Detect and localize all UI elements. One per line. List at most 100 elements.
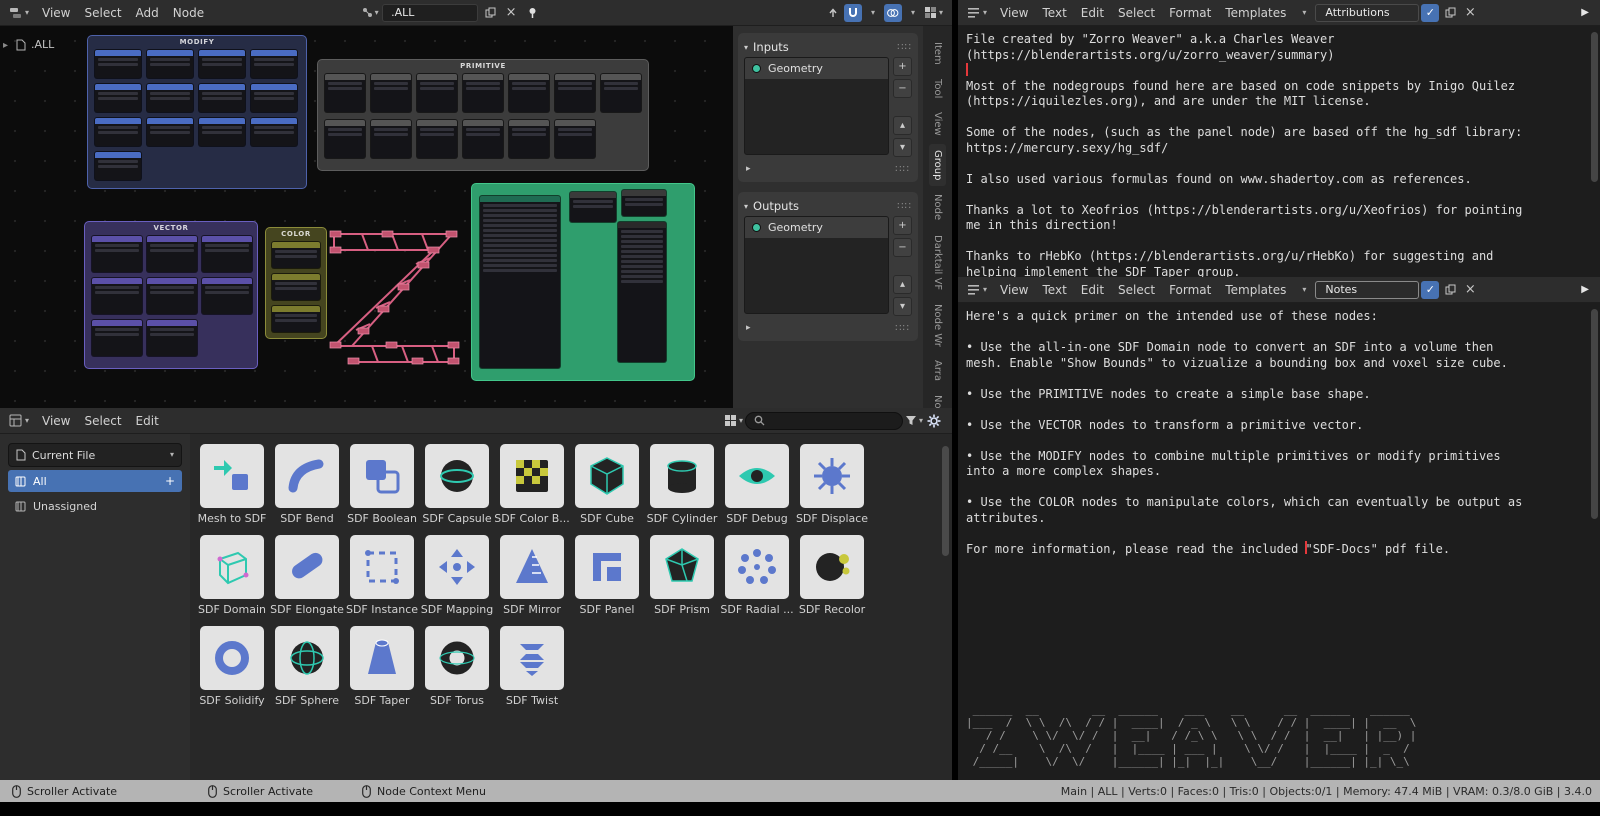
- menu-text2-templates[interactable]: Templates: [1218, 280, 1293, 300]
- node[interactable]: [555, 120, 595, 158]
- node[interactable]: [202, 236, 252, 272]
- menu-text1-select[interactable]: Select: [1111, 3, 1162, 23]
- node[interactable]: [371, 120, 411, 158]
- text-content[interactable]: File created by "Zorro Weaver" a.k.a Cha…: [966, 32, 1522, 277]
- node[interactable]: [92, 320, 142, 356]
- editor-type-button[interactable]: ▾: [5, 412, 33, 429]
- node[interactable]: [95, 50, 141, 78]
- filter-button[interactable]: ▾: [905, 412, 923, 430]
- node[interactable]: [325, 74, 365, 112]
- scrollbar[interactable]: [1591, 309, 1598, 519]
- settings-button[interactable]: [925, 412, 943, 430]
- asset-sdf-cylinder[interactable]: SDF Cylinder: [647, 444, 717, 525]
- panel-header-outputs[interactable]: ▾ Outputs ∷∷: [744, 196, 912, 216]
- asset-sdf-radial[interactable]: SDF Radial ...: [720, 535, 794, 616]
- sidebar-tab-darktail-vf[interactable]: Darktail VF: [929, 229, 946, 296]
- menu-asset-view[interactable]: View: [35, 411, 77, 431]
- expand-triangle-icon[interactable]: ▸: [746, 164, 751, 174]
- menu-node-add[interactable]: Add: [129, 3, 166, 23]
- add-catalog-button[interactable]: +: [165, 474, 175, 488]
- node-tree-name-field[interactable]: .ALL: [382, 3, 479, 22]
- node-frame-color[interactable]: COLOR: [266, 228, 326, 338]
- sidebar-tab-tool[interactable]: Tool: [929, 73, 946, 104]
- sidebar-tab-group[interactable]: Group: [929, 143, 946, 187]
- text-content[interactable]: Here's a quick primer on the intended us…: [966, 309, 1522, 557]
- unlink-icon[interactable]: ×: [1461, 281, 1479, 299]
- copy-icon[interactable]: [481, 4, 499, 22]
- socket-list[interactable]: Geometry: [744, 216, 889, 314]
- menu-node-view[interactable]: View: [35, 3, 77, 23]
- asset-sdf-cube[interactable]: SDF Cube: [575, 444, 639, 525]
- menu-text1-view[interactable]: View: [993, 3, 1035, 23]
- node[interactable]: [199, 118, 245, 146]
- menu-text2-select[interactable]: Select: [1111, 280, 1162, 300]
- pin-icon[interactable]: [523, 4, 541, 22]
- node[interactable]: [570, 192, 616, 222]
- overlays-dropdown[interactable]: ▾: [904, 4, 922, 22]
- asset-sdf-torus[interactable]: SDF Torus: [425, 626, 489, 707]
- move-up-button[interactable]: ▴: [893, 116, 912, 135]
- asset-sdf-mapping[interactable]: SDF Mapping: [421, 535, 493, 616]
- node[interactable]: [251, 50, 297, 78]
- node[interactable]: [92, 236, 142, 272]
- node[interactable]: [147, 84, 193, 112]
- node-frame-modify[interactable]: MODIFY: [88, 36, 306, 188]
- sidebar-tab-node[interactable]: Node: [929, 188, 946, 226]
- asset-sdf-twist[interactable]: SDF Twist: [500, 626, 564, 707]
- node[interactable]: [202, 278, 252, 314]
- register-checkbox[interactable]: ✓: [1421, 280, 1440, 299]
- drag-handle-icon[interactable]: ∷∷: [895, 323, 910, 334]
- node[interactable]: [95, 84, 141, 112]
- asset-sdf-bend[interactable]: SDF Bend: [275, 444, 339, 525]
- node[interactable]: [325, 120, 365, 158]
- node[interactable]: [147, 236, 197, 272]
- asset-sdf-recolor[interactable]: SDF Recolor: [799, 535, 865, 616]
- sidebar-tab-node-wr[interactable]: Node Wr: [929, 298, 946, 353]
- socket-list[interactable]: Geometry: [744, 57, 889, 155]
- snap-mode-dropdown[interactable]: ▾: [864, 4, 882, 22]
- asset-sdf-capsule[interactable]: SDF Capsule: [422, 444, 492, 525]
- add-socket-button[interactable]: +: [893, 216, 912, 235]
- copy-icon[interactable]: [1441, 4, 1459, 22]
- menu-text1-text[interactable]: Text: [1036, 3, 1074, 23]
- text-datablock-name[interactable]: Notes: [1315, 280, 1420, 299]
- node[interactable]: [417, 120, 457, 158]
- unlink-icon[interactable]: ×: [502, 4, 520, 22]
- asset-sdf-taper[interactable]: SDF Taper: [350, 626, 414, 707]
- display-mode-button[interactable]: ▾: [724, 412, 743, 430]
- node[interactable]: [251, 84, 297, 112]
- sidebar-tab-arra[interactable]: Arra: [929, 354, 946, 387]
- asset-sdf-prism[interactable]: SDF Prism: [650, 535, 714, 616]
- editor-type-button[interactable]: ▾: [5, 4, 33, 21]
- node[interactable]: [555, 74, 595, 112]
- asset-sdf-solidify[interactable]: SDF Solidify: [199, 626, 265, 707]
- node[interactable]: [622, 190, 666, 216]
- menu-text1-templates[interactable]: Templates: [1218, 3, 1293, 23]
- node[interactable]: [601, 74, 641, 112]
- node[interactable]: [147, 50, 193, 78]
- remove-socket-button[interactable]: −: [893, 238, 912, 257]
- asset-sdf-boolean[interactable]: SDF Boolean: [347, 444, 417, 525]
- node[interactable]: [272, 274, 320, 300]
- node[interactable]: [95, 152, 141, 180]
- node[interactable]: [147, 320, 197, 356]
- node[interactable]: [251, 118, 297, 146]
- z-node-art[interactable]: [322, 218, 474, 378]
- node[interactable]: [417, 74, 457, 112]
- node[interactable]: [95, 118, 141, 146]
- panel-header-inputs[interactable]: ▾ Inputs ∷∷: [744, 37, 912, 57]
- node[interactable]: [463, 74, 503, 112]
- browse-node-tree-button[interactable]: ▾: [361, 4, 379, 22]
- move-down-button[interactable]: ▾: [893, 297, 912, 316]
- catalog-unassigned[interactable]: Unassigned: [8, 495, 182, 517]
- sidebar-tab-item[interactable]: Item: [929, 36, 946, 71]
- asset-sdf-sphere[interactable]: SDF Sphere: [275, 626, 339, 707]
- editor-type-button[interactable]: ▾: [963, 281, 991, 298]
- node[interactable]: [272, 306, 320, 332]
- node[interactable]: [199, 50, 245, 78]
- menu-node-select[interactable]: Select: [78, 3, 129, 23]
- unlink-icon[interactable]: ×: [1461, 4, 1479, 22]
- asset-sdf-mirror[interactable]: SDF Mirror: [500, 535, 564, 616]
- node[interactable]: [92, 278, 142, 314]
- node[interactable]: [480, 196, 560, 368]
